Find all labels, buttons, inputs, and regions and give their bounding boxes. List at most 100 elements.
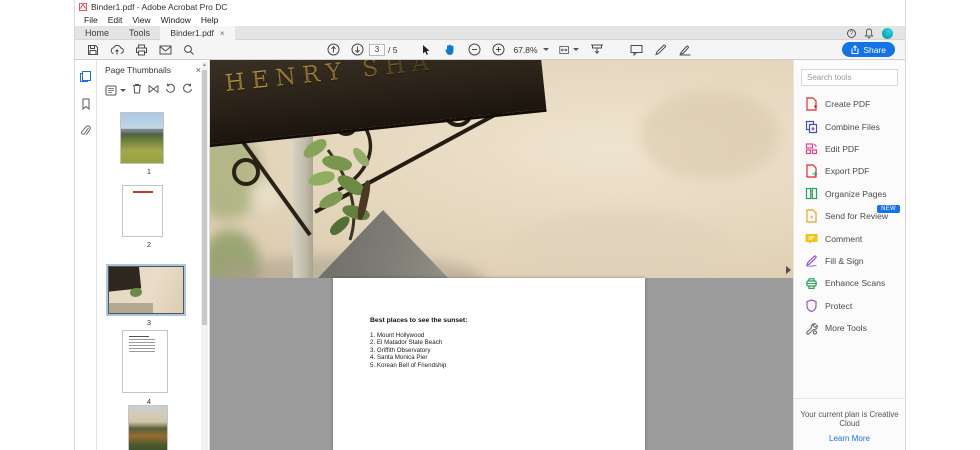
read-mode-icon[interactable] [587, 42, 607, 58]
document-viewer[interactable]: HENRY SHA Best places to see the sunset:… [210, 60, 793, 450]
tool-combine-files[interactable]: Combine Files [794, 115, 905, 137]
tab-document-label: Binder1.pdf [170, 28, 214, 38]
thumbnail-1-number: 1 [146, 167, 152, 176]
menu-view[interactable]: View [127, 15, 155, 25]
left-navigation-rail [75, 60, 97, 450]
thumbnail-page-2[interactable] [122, 185, 163, 237]
comment-icon[interactable] [627, 42, 647, 58]
tool-fill-sign[interactable]: Fill & Sign [794, 250, 905, 272]
print-icon[interactable] [131, 42, 151, 58]
pdf-page-3-photo[interactable]: HENRY SHA [210, 60, 793, 278]
screen: Binder1.pdf - Adobe Acrobat Pro DC File … [0, 0, 980, 450]
fill-sign-pencil-icon[interactable] [651, 42, 671, 58]
tool-comment[interactable]: Comment [794, 227, 905, 249]
zoom-caret-icon[interactable] [542, 48, 549, 51]
tab-tools[interactable]: Tools [119, 26, 160, 39]
tool-label: Create PDF [825, 99, 871, 110]
file-actions-group [81, 42, 201, 58]
tool-label: Fill & Sign [825, 255, 864, 266]
export-pdf-icon [804, 164, 818, 178]
rotate-right-icon[interactable] [182, 81, 193, 99]
tab-home[interactable]: Home [75, 26, 119, 39]
page4-list-item: 2. El Matador State Beach [370, 339, 443, 347]
hand-tool-icon[interactable] [440, 42, 460, 58]
thumbnails-scrollbar[interactable]: ▲ [201, 62, 208, 450]
save-icon[interactable] [83, 42, 103, 58]
menu-window[interactable]: Window [156, 15, 196, 25]
thumbnail-page-5[interactable] [128, 405, 168, 450]
page-thumbnails-rail-icon[interactable] [79, 70, 92, 83]
scrollbar-up-arrow-icon[interactable]: ▲ [202, 63, 207, 68]
tab-close-icon[interactable]: × [220, 29, 225, 38]
title-bar: Binder1.pdf - Adobe Acrobat Pro DC [75, 0, 905, 14]
thumbnails-toolbar [97, 77, 209, 103]
scrollbar-thumb[interactable] [202, 70, 207, 325]
comment-tool-icon [804, 232, 818, 246]
thumbnail-1-photo [121, 113, 163, 163]
search-icon[interactable] [179, 42, 199, 58]
help-icon[interactable]: ? [847, 28, 856, 38]
thumbnail-3-photo [109, 267, 183, 313]
zoom-level-value[interactable]: 67.8% [513, 45, 537, 55]
thumbnails-list: 1 2 3 4 [97, 106, 201, 450]
acrobat-logo-icon [79, 3, 87, 11]
collapse-tools-panel-handle[interactable] [786, 266, 791, 274]
thumbnail-page-1[interactable] [120, 112, 164, 164]
thumbnail-5-photo [129, 406, 167, 450]
thumbnail-3-number: 3 [146, 318, 152, 327]
notifications-bell-icon[interactable] [864, 28, 874, 39]
email-icon[interactable] [155, 42, 175, 58]
zoom-in-icon[interactable] [488, 42, 508, 58]
delete-pages-icon[interactable] [132, 81, 142, 99]
thumbnail-page-4[interactable] [122, 330, 168, 393]
tool-label: More Tools [825, 323, 867, 334]
tool-send-for-review[interactable]: Send for Review NEW [794, 204, 905, 227]
upload-cloud-icon[interactable] [107, 42, 127, 58]
tab-document[interactable]: Binder1.pdf × [160, 26, 235, 40]
learn-more-link[interactable]: Learn More [794, 434, 905, 443]
plan-text: Your current plan is Creative Cloud [800, 410, 899, 428]
tool-edit-pdf[interactable]: Edit PDF [794, 138, 905, 160]
menu-help[interactable]: Help [196, 15, 223, 25]
bookmarks-rail-icon[interactable] [79, 97, 92, 110]
thumbnail-options-icon[interactable] [105, 85, 126, 96]
page4-list-item: 4. Santa Monica Pier [370, 354, 428, 362]
tool-export-pdf[interactable]: Export PDF [794, 160, 905, 182]
acrobat-window: Binder1.pdf - Adobe Acrobat Pro DC File … [75, 0, 905, 450]
tool-label: Combine Files [825, 121, 880, 132]
tool-label: Protect [825, 300, 853, 311]
tool-organize-pages[interactable]: Organize Pages [794, 183, 905, 205]
share-icon [851, 45, 859, 54]
previous-page-icon[interactable] [323, 42, 343, 58]
extract-pages-icon[interactable] [148, 81, 159, 99]
tool-create-pdf[interactable]: Create PDF [794, 93, 905, 115]
sidebar-footer: Your current plan is Creative Cloud Lear… [794, 398, 905, 450]
attachments-rail-icon[interactable] [79, 124, 92, 137]
tool-enhance-scans[interactable]: Enhance Scans [794, 272, 905, 294]
user-avatar[interactable] [882, 27, 893, 39]
menu-file[interactable]: File [79, 15, 103, 25]
edit-pdf-icon [804, 142, 818, 156]
zoom-out-icon[interactable] [464, 42, 484, 58]
select-tool-icon[interactable] [416, 42, 436, 58]
tool-more-tools[interactable]: More Tools [794, 317, 905, 339]
thumbnail-2-number: 2 [146, 240, 152, 249]
tool-protect[interactable]: Protect [794, 295, 905, 317]
protect-shield-icon [804, 299, 818, 313]
menu-edit[interactable]: Edit [103, 15, 128, 25]
menu-bar: File Edit View Window Help [75, 14, 905, 26]
search-tools-input[interactable] [801, 69, 898, 86]
next-page-icon[interactable] [347, 42, 367, 58]
page-number-input[interactable] [369, 43, 385, 56]
sign-pen-icon[interactable] [675, 42, 695, 58]
pdf-page-4[interactable]: Best places to see the sunset: 1. Mount … [333, 278, 645, 450]
create-pdf-icon [804, 97, 818, 111]
share-button[interactable]: Share [842, 42, 895, 57]
thumbnail-page-3-selected[interactable] [106, 264, 186, 316]
fit-width-icon[interactable] [558, 42, 579, 58]
rotate-left-icon[interactable] [165, 81, 176, 99]
page4-list-item: 5. Korean Bell of Friendship [370, 361, 447, 369]
annotate-group [625, 42, 697, 58]
tool-label: Comment [825, 233, 863, 244]
share-label: Share [863, 44, 886, 55]
